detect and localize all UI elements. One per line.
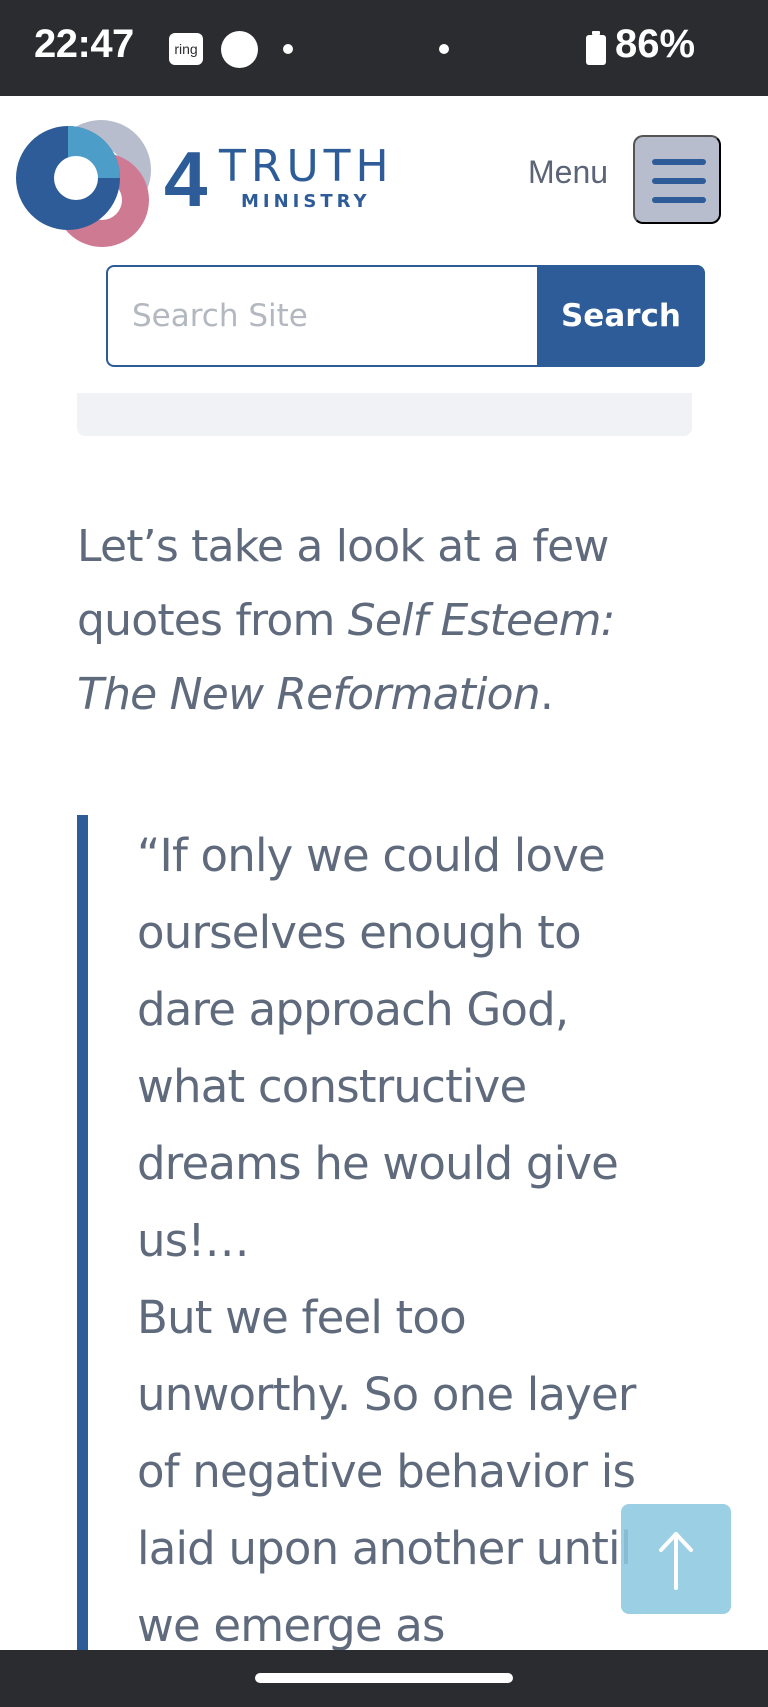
arrow-up-icon <box>659 1532 693 1590</box>
quote-line: ourselves enough to <box>137 906 582 959</box>
battery-percent: 86% <box>615 22 696 66</box>
notification-dot-icon <box>439 44 449 54</box>
status-time: 22:47 <box>34 22 134 66</box>
blockquote-rule <box>77 815 88 1650</box>
battery-icon <box>586 31 606 65</box>
menu-button[interactable] <box>633 135 721 224</box>
logo-number: 4 <box>164 135 208 223</box>
quote-line: us!… <box>137 1214 250 1267</box>
quote-line: But we feel too <box>137 1291 467 1344</box>
quote-line: unworthy. So one layer <box>137 1368 636 1421</box>
content-divider-band <box>77 393 692 436</box>
logo-word: TRUTH <box>219 141 394 192</box>
home-gesture-handle[interactable] <box>255 1673 513 1683</box>
navigation-bar <box>0 1650 768 1707</box>
search-input[interactable] <box>106 265 540 367</box>
quote-line: dare approach God, <box>137 983 569 1036</box>
notification-circle-icon <box>221 31 258 68</box>
notification-dot-icon <box>283 44 293 54</box>
search-button[interactable]: Search <box>537 265 705 367</box>
logo-rings-icon <box>16 120 151 247</box>
back-to-top-button[interactable] <box>621 1504 731 1614</box>
ring-app-icon: ring <box>169 33 203 65</box>
menu-label[interactable]: Menu <box>528 154 608 191</box>
quote-line: “If only we could love <box>137 829 606 882</box>
quote-line: what constructive <box>137 1060 527 1113</box>
logo-subtitle: MINISTRY <box>241 191 371 212</box>
quote-line: of negative behavior is <box>137 1445 636 1498</box>
quote-line: dreams he would give <box>137 1137 619 1190</box>
article-intro: Let’s take a look at a few quotes from S… <box>77 521 615 720</box>
status-bar: 22:47 ring 86% <box>0 0 768 96</box>
